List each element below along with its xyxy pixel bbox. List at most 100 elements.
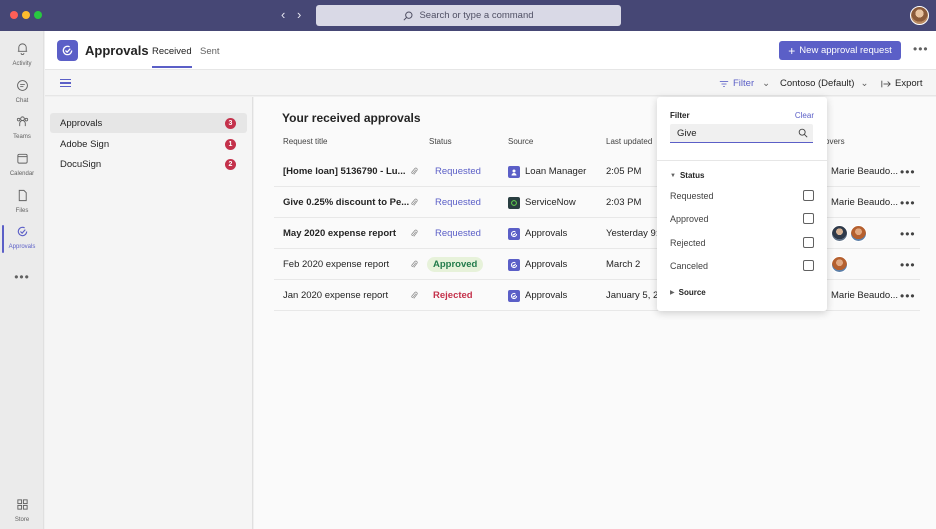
more-apps-icon[interactable]: ••• [0, 270, 44, 284]
request-title[interactable]: Give 0.25% discount to Pe... [283, 187, 409, 218]
app-rail: Activity Chat Teams Calendar Files Appro… [0, 31, 44, 529]
checkbox[interactable] [803, 260, 814, 271]
close-window-button[interactable] [10, 11, 18, 19]
nav-item-docusign[interactable]: DocuSign 2 [50, 154, 247, 174]
column-header-title[interactable]: Request title [283, 137, 327, 146]
filter-option-requested[interactable]: Requested [670, 189, 814, 203]
row-more-icon[interactable]: ••• [900, 280, 916, 311]
minimize-window-button[interactable] [22, 11, 30, 19]
column-header-status[interactable]: Status [429, 137, 452, 146]
approvers: Marie Beaudo... [831, 166, 899, 177]
back-arrow-icon[interactable]: ‹ [281, 8, 285, 21]
new-approval-label: New approval request [799, 45, 892, 56]
option-label: Requested [670, 191, 714, 201]
rail-item-activity[interactable]: Activity [0, 42, 44, 67]
checkbox[interactable] [803, 237, 814, 248]
maximize-window-button[interactable] [34, 11, 42, 19]
filter-option-canceled[interactable]: Canceled [670, 259, 814, 273]
hamburger-menu-icon[interactable] [60, 79, 71, 87]
checkbox[interactable] [803, 213, 814, 224]
source-name: Approvals [525, 290, 568, 301]
export-label: Export [895, 78, 923, 89]
app-title: Approvals [85, 43, 149, 58]
command-search-box[interactable]: Search or type a command [316, 5, 621, 26]
profile-avatar[interactable] [910, 6, 929, 25]
servicenow-icon [508, 196, 520, 209]
more-options-icon[interactable]: ••• [913, 42, 929, 56]
request-title[interactable]: May 2020 expense report [283, 218, 403, 249]
tab-sent[interactable]: Sent [200, 46, 220, 57]
source-cell: Approvals [508, 218, 567, 249]
row-more-icon[interactable]: ••• [900, 249, 916, 280]
file-icon [18, 189, 27, 202]
status-badge: Requested [435, 197, 481, 208]
paperclip-icon [410, 156, 418, 187]
rail-item-files[interactable]: Files [0, 189, 44, 214]
status-section-toggle[interactable]: ▼ Status [670, 171, 704, 180]
row-more-icon[interactable]: ••• [900, 156, 916, 187]
last-updated: March 2 [606, 259, 641, 270]
rail-label: Store [14, 517, 30, 523]
teams-icon [16, 116, 28, 127]
caret-right-icon: ▶ [670, 290, 675, 296]
request-title[interactable]: Feb 2020 expense report [283, 249, 403, 280]
rail-item-teams[interactable]: Teams [0, 115, 44, 140]
nav-item-approvals[interactable]: Approvals 3 [50, 113, 247, 133]
rail-item-calendar[interactable]: Calendar [0, 152, 44, 177]
rail-item-chat[interactable]: Chat [0, 79, 44, 104]
export-button[interactable]: Export [881, 78, 922, 89]
source-cell: Approvals [508, 280, 567, 311]
rail-item-store[interactable]: Store [0, 498, 44, 523]
forward-arrow-icon[interactable]: › [297, 8, 301, 21]
column-header-approvers[interactable]: overs [825, 137, 845, 146]
rail-label: Files [15, 208, 29, 214]
filter-button[interactable]: Filter ⌄ [719, 78, 770, 89]
filter-option-rejected[interactable]: Rejected [670, 236, 814, 250]
request-title[interactable]: Jan 2020 expense report [283, 280, 403, 311]
section-label: Source [678, 288, 706, 297]
avatar [831, 225, 848, 242]
last-updated: Yesterday 9:1 [606, 228, 664, 239]
paperclip-icon [410, 280, 418, 311]
column-header-source[interactable]: Source [508, 137, 533, 146]
status-badge: Requested [435, 166, 481, 177]
rail-label: Activity [12, 61, 32, 67]
filter-icon [719, 80, 729, 87]
new-approval-request-button[interactable]: + New approval request [779, 41, 901, 60]
approvers [831, 249, 848, 280]
nav-item-label: DocuSign [60, 158, 102, 170]
calendar-icon [16, 153, 28, 164]
search-icon [403, 11, 413, 21]
option-label: Canceled [670, 261, 709, 271]
plus-icon: + [788, 43, 796, 58]
filter-option-approved[interactable]: Approved [670, 212, 814, 226]
row-more-icon[interactable]: ••• [900, 218, 916, 249]
tab-received[interactable]: Received [152, 46, 192, 68]
chat-icon [16, 80, 28, 91]
rail-label: Approvals [8, 244, 36, 250]
filter-panel: Filter Clear Give ▼ Status Requested App… [657, 97, 827, 311]
rail-label: Chat [15, 98, 29, 104]
approvers [831, 218, 867, 249]
filter-search-input[interactable]: Give [670, 124, 813, 143]
source-cell: ServiceNow [508, 187, 576, 218]
source-name: Approvals [525, 228, 568, 239]
option-label: Approved [670, 214, 709, 224]
source-section-toggle[interactable]: ▶ Source [670, 288, 706, 297]
checkbox[interactable] [803, 190, 814, 201]
rail-label: Calendar [9, 171, 35, 177]
approvals-side-nav: Approvals 3 Adobe Sign 1 DocuSign 2 [45, 97, 253, 529]
column-header-last-updated[interactable]: Last updated [606, 137, 652, 146]
environment-dropdown[interactable]: Contoso (Default) ⌄ [780, 78, 868, 89]
last-updated: January 5, 20 [606, 290, 664, 301]
clear-filter-link[interactable]: Clear [795, 111, 814, 120]
window-title-bar: ‹ › Search or type a command [0, 0, 936, 31]
rail-item-approvals[interactable]: Approvals [0, 225, 44, 253]
page-title: Your received approvals [282, 111, 421, 125]
last-updated: 2:03 PM [606, 197, 642, 208]
caret-down-icon: ▼ [670, 172, 676, 179]
row-more-icon[interactable]: ••• [900, 187, 916, 218]
nav-item-adobe-sign[interactable]: Adobe Sign 1 [50, 134, 247, 154]
request-title[interactable]: [Home loan] 5136790 - Lu... [283, 156, 405, 187]
last-updated: 2:05 PM [606, 166, 642, 177]
